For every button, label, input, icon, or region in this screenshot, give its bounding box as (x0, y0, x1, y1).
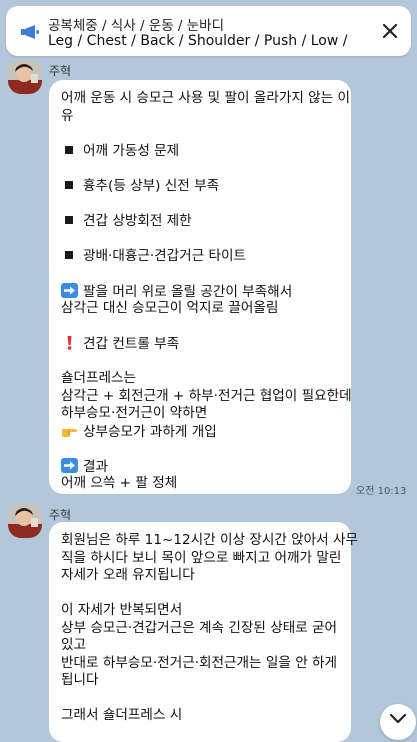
message-line: 상부승모가 과하게 개입 (61, 423, 339, 441)
message-line: 팔을 머리 위로 올릴 공간이 부족해서 (61, 282, 339, 301)
message-line: 자세가 오래 유지됩니다 (61, 567, 195, 583)
notice-title: 공복체중 / 식사 / 운동 / 눈바디 (48, 18, 225, 34)
message-line: 있고 (61, 637, 87, 653)
bullet-item: 어깨 가동성 문제 (61, 143, 339, 161)
pointing-hand-emoji-icon (62, 428, 77, 437)
bullet-item: 광배·대흉근·견갑거근 타이트 (61, 248, 339, 266)
red-exclamation-emoji-icon (67, 336, 72, 350)
right-arrow-emoji-icon (61, 282, 78, 298)
message-timestamp: 오전 10:13 (356, 486, 407, 497)
notice-preview: Leg / Chest / Back / Shoulder / Push / L… (48, 33, 348, 49)
close-icon[interactable] (379, 20, 401, 42)
bullet-item: 견갑 상방회전 제한 (61, 213, 339, 231)
sender-name: 주혁 (49, 508, 72, 522)
message-line: 삼각근 + 회전근개 + 하부·전거근 협업이 필요한데 (61, 387, 352, 404)
message-line: 어깨 운동 시 승모근 사용 및 팔이 올라가지 않는 이 (61, 90, 351, 106)
avatar-photo-icon (8, 60, 42, 94)
avatar[interactable] (8, 504, 42, 538)
message-line: 직을 하시다 보니 목이 앞으로 빠지고 어깨가 말린 (61, 549, 342, 566)
message-line: 삼각근 대신 승모근이 억지로 끌어올림 (61, 300, 279, 316)
megaphone-icon (21, 25, 39, 39)
message-line: 상부 승모근·견갑거근은 계속 긴장된 상태로 굳어 (61, 619, 338, 636)
black-square-icon (65, 181, 73, 189)
bullet-item: 흉추(등 상부) 신전 부족 (61, 178, 339, 196)
message-line: 숄더프레스는 (61, 370, 137, 386)
message-line: 견갑 컨트롤 부족 (61, 335, 339, 353)
message-line: 반대로 하부승모·전거근·회전근개는 일을 안 하게 (61, 654, 338, 671)
message-bubble[interactable]: 어깨 운동 시 승모근 사용 및 팔이 올라가지 않는 이 유 어깨 가동성 문… (49, 80, 352, 494)
message-line: 이 자세가 반복되면서 (61, 602, 183, 618)
message-line: 어깨 으쓱 + 팔 정체 (61, 475, 178, 491)
avatar[interactable] (8, 60, 42, 94)
scroll-down-button[interactable] (380, 704, 416, 740)
message-line: 유 (61, 107, 74, 124)
black-square-icon (65, 251, 73, 259)
notice-banner[interactable]: 공복체중 / 식사 / 운동 / 눈바디 Leg / Chest / Back … (6, 6, 411, 56)
right-arrow-emoji-icon (61, 457, 78, 473)
message-line: 결과 (61, 457, 339, 476)
message-bubble[interactable]: 회원님은 하루 11~12시간 이상 장시간 앉아서 사무 직을 하시다 보니 … (49, 522, 359, 742)
black-square-icon (65, 146, 73, 154)
chevron-down-icon (389, 713, 407, 724)
sender-name: 주혁 (49, 64, 72, 78)
message-line: 회원님은 하루 11~12시간 이상 장시간 앉아서 사무 (61, 532, 359, 548)
avatar-photo-icon (8, 504, 42, 538)
message-line: 됩니다 (61, 672, 99, 688)
message-line: 하부승모·전거근이 약하면 (61, 405, 208, 421)
message-line: 그래서 숄더프레스 시 (61, 707, 183, 723)
black-square-icon (65, 216, 73, 224)
